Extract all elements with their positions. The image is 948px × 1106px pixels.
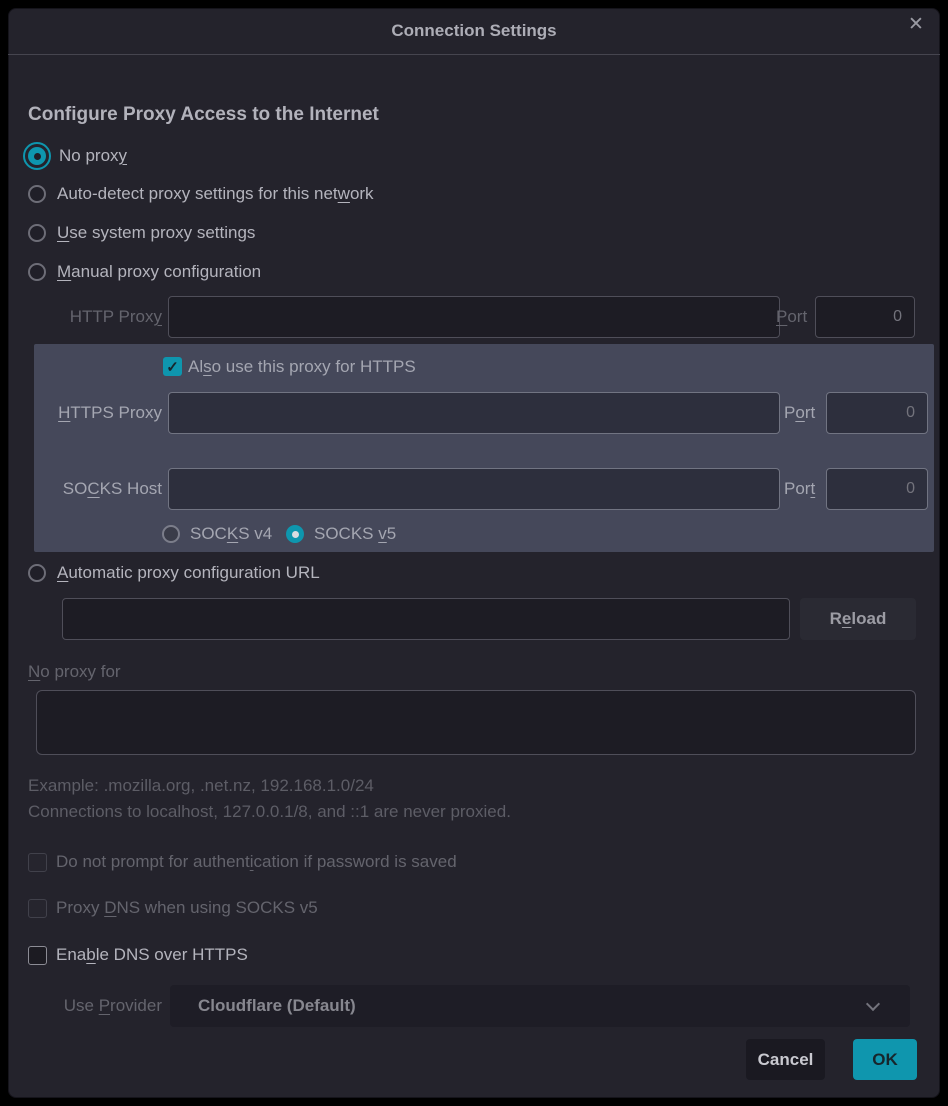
reload-button[interactable]: Reload	[800, 598, 916, 640]
checkbox-also-https[interactable]: ✓ Also use this proxy for HTTPS	[163, 357, 416, 376]
radio-manual[interactable]: Manual proxy configuration	[28, 258, 261, 286]
checkbox-enable-doh[interactable]: Enable DNS over HTTPS	[28, 945, 248, 965]
radio-unselected-icon	[28, 263, 46, 281]
radio-unselected-icon	[28, 224, 46, 242]
radio-socks-v5[interactable]: SOCKS v5	[286, 520, 396, 548]
also-https-label: Also use this proxy for HTTPS	[188, 357, 416, 377]
http-proxy-input[interactable]	[168, 296, 780, 338]
radio-use-system-label: Use system proxy settings	[57, 223, 255, 243]
provider-dropdown-value: Cloudflare (Default)	[170, 996, 356, 1016]
chevron-down-icon	[866, 997, 880, 1011]
checkbox-checked-icon: ✓	[163, 357, 182, 376]
connection-settings-dialog-screen: Connection Settings ✕ Configure Proxy Ac…	[0, 0, 948, 1106]
https-proxy-label: HTTPS Proxy	[34, 392, 162, 434]
https-port-input[interactable]	[826, 392, 928, 434]
http-port-input[interactable]	[815, 296, 915, 338]
no-proxy-for-textarea[interactable]	[36, 690, 916, 755]
radio-selected-icon	[286, 525, 304, 543]
radio-no-proxy-label: No proxy	[59, 146, 127, 166]
https-port-label: Port	[784, 392, 815, 434]
radio-auto-detect-label: Auto-detect proxy settings for this netw…	[57, 184, 374, 204]
radio-manual-label: Manual proxy configuration	[57, 262, 261, 282]
socks-port-label: Port	[784, 468, 815, 510]
enable-doh-label: Enable DNS over HTTPS	[56, 945, 248, 965]
radio-auto-url-label: Automatic proxy configuration URL	[57, 563, 320, 583]
socks-v5-label: SOCKS v5	[314, 524, 396, 544]
checkbox-unchecked-icon	[28, 899, 47, 918]
dialog-titlebar: Connection Settings	[8, 8, 940, 55]
radio-unselected-icon	[162, 525, 180, 543]
radio-use-system[interactable]: Use system proxy settings	[28, 219, 255, 247]
radio-socks-v4[interactable]: SOCKS v4	[162, 520, 272, 548]
close-icon[interactable]: ✕	[902, 10, 930, 38]
no-prompt-auth-label: Do not prompt for authentication if pass…	[56, 852, 457, 872]
auto-url-input[interactable]	[62, 598, 790, 640]
socks-host-input[interactable]	[168, 468, 780, 510]
https-proxy-input[interactable]	[168, 392, 780, 434]
checkbox-proxy-dns[interactable]: Proxy DNS when using SOCKS v5	[28, 898, 318, 918]
dialog-title: Connection Settings	[391, 21, 556, 41]
http-proxy-label: HTTP Proxy	[28, 296, 162, 338]
checkbox-unchecked-icon	[28, 946, 47, 965]
proxy-dns-label: Proxy DNS when using SOCKS v5	[56, 898, 318, 918]
radio-no-proxy[interactable]: No proxy	[23, 142, 127, 170]
connection-settings-dialog	[8, 8, 940, 1098]
radio-unselected-icon	[28, 564, 46, 582]
checkbox-no-prompt-auth[interactable]: Do not prompt for authentication if pass…	[28, 852, 457, 872]
socks-v4-label: SOCKS v4	[190, 524, 272, 544]
socks-host-label: SOCKS Host	[34, 468, 162, 510]
use-provider-label: Use Provider	[28, 985, 162, 1027]
example-note: Example: .mozilla.org, .net.nz, 192.168.…	[28, 776, 374, 796]
socks-port-input[interactable]	[826, 468, 928, 510]
manual-proxy-panel: ✓ Also use this proxy for HTTPS HTTPS Pr…	[34, 344, 934, 552]
checkbox-unchecked-icon	[28, 853, 47, 872]
http-port-label: Port	[776, 296, 807, 338]
radio-selected-icon	[23, 142, 51, 170]
cancel-button[interactable]: Cancel	[746, 1039, 825, 1080]
provider-dropdown[interactable]: Cloudflare (Default)	[170, 985, 910, 1027]
radio-auto-url[interactable]: Automatic proxy configuration URL	[28, 559, 320, 587]
radio-unselected-icon	[28, 185, 46, 203]
ok-button[interactable]: OK	[853, 1039, 917, 1080]
no-proxy-for-label: No proxy for	[28, 658, 121, 686]
localhost-note: Connections to localhost, 127.0.0.1/8, a…	[28, 802, 511, 822]
radio-auto-detect[interactable]: Auto-detect proxy settings for this netw…	[28, 180, 374, 208]
page-title: Configure Proxy Access to the Internet	[28, 104, 379, 126]
